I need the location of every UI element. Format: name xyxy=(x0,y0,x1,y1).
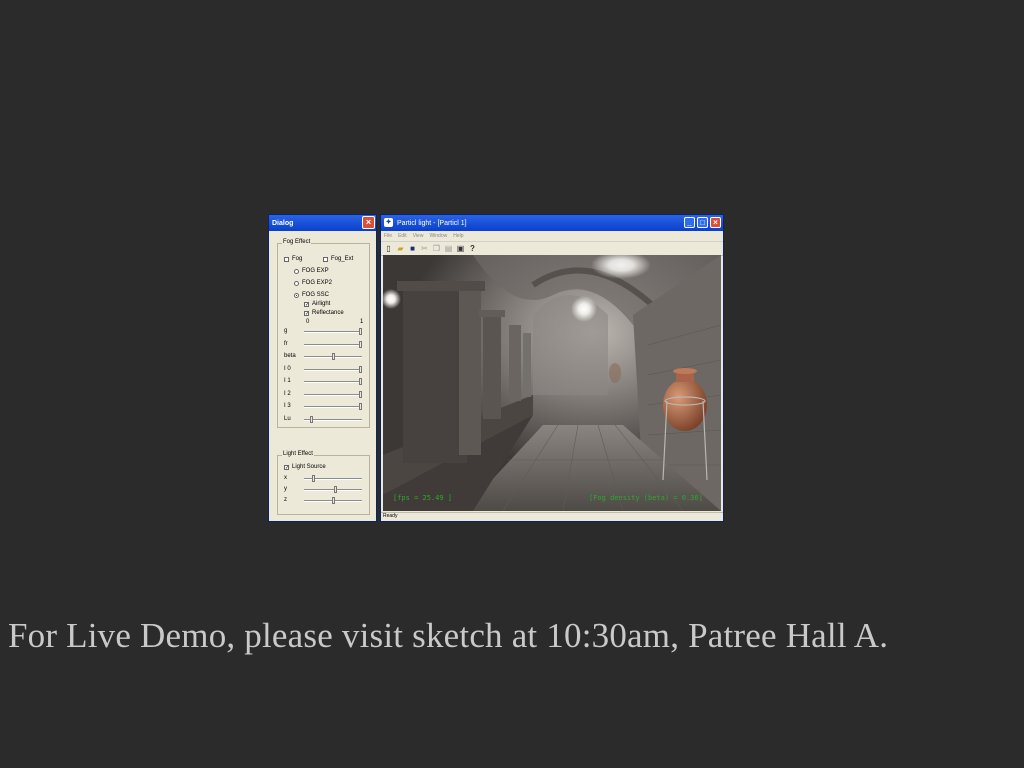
slider-label-i0: I 0 xyxy=(284,365,291,372)
fog-exp2-radio-row[interactable]: FOG EXP2 xyxy=(294,280,332,286)
slider-thumb-i3[interactable] xyxy=(359,403,362,410)
slider-label-i2: I 2 xyxy=(284,390,291,397)
fog-ext-checkbox-row[interactable]: Fog_Ext xyxy=(323,256,353,262)
save-icon[interactable]: ■ xyxy=(408,244,417,253)
slider-label-beta: beta xyxy=(284,353,296,359)
scale-max-label: 1 xyxy=(360,319,364,325)
paste-icon[interactable]: ▤ xyxy=(444,244,453,253)
fog-dialog-window: Dialog × Fog Effect Fog Fog_Ext FOG EXP … xyxy=(268,214,377,522)
dialog-close-button[interactable]: × xyxy=(362,216,375,229)
slider-label-fr: fr xyxy=(284,340,288,347)
slider-label-y: y xyxy=(284,486,287,492)
reflectance-checkbox-row[interactable]: ✓ Reflectance xyxy=(304,310,344,316)
print-icon[interactable]: ▣ xyxy=(456,244,465,253)
status-bar: Ready xyxy=(381,512,723,521)
fog-ssc-radio[interactable] xyxy=(294,292,299,298)
slider-track-g[interactable] xyxy=(304,331,362,333)
light-source-checkbox[interactable]: ✓ xyxy=(284,464,289,470)
slider-track-i0[interactable] xyxy=(304,368,362,371)
app-title: Particl light - [Particl 1] xyxy=(397,219,467,227)
reflectance-label: Reflectance xyxy=(312,310,344,316)
fog-exp-radio[interactable] xyxy=(294,268,299,274)
airlight-checkbox-row[interactable]: ✓ Airlight xyxy=(304,301,330,307)
cut-icon[interactable]: ✂ xyxy=(420,244,429,253)
slider-thumb-y[interactable] xyxy=(334,486,338,493)
slider-thumb-fr[interactable] xyxy=(359,340,362,348)
fog-density-readout: [Fog density (beta) = 0.36] xyxy=(589,494,703,502)
fog-checkbox-row[interactable]: Fog xyxy=(284,256,302,262)
fog-ext-checkbox[interactable] xyxy=(323,256,328,262)
fog-ssc-radio-row[interactable]: FOG SSC xyxy=(294,292,329,298)
slider-thumb-lu[interactable] xyxy=(309,415,313,423)
slider-label-z: z xyxy=(284,497,287,503)
light-source-checkbox-row[interactable]: ✓ Light Source xyxy=(284,464,326,470)
fog-ssc-label: FOG SSC xyxy=(302,292,330,298)
light-source-label: Light Source xyxy=(292,464,326,470)
fog-exp2-radio[interactable] xyxy=(294,280,299,286)
slider-track-i2[interactable] xyxy=(304,393,362,396)
slider-thumb-i1[interactable] xyxy=(359,378,362,385)
fog-effect-group: Fog Effect Fog Fog_Ext FOG EXP FOG EXP2 … xyxy=(277,239,370,428)
slider-thumb-i0[interactable] xyxy=(359,365,362,373)
menu-edit[interactable]: Edit xyxy=(398,233,407,239)
slider-thumb-g[interactable] xyxy=(359,328,362,335)
slider-track-i3[interactable] xyxy=(304,406,362,408)
slider-track-fr[interactable] xyxy=(304,343,362,346)
slider-thumb-beta[interactable] xyxy=(331,353,335,360)
new-file-icon[interactable]: ▯ xyxy=(384,244,393,253)
live-demo-caption: For Live Demo, please visit sketch at 10… xyxy=(8,616,889,655)
reflectance-checkbox[interactable]: ✓ xyxy=(304,310,309,316)
maximize-button[interactable]: □ xyxy=(697,217,708,228)
menu-view[interactable]: View xyxy=(413,233,424,239)
dialog-title: Dialog xyxy=(272,219,294,227)
menu-window[interactable]: Window xyxy=(429,233,447,239)
fog-checkbox-label: Fog xyxy=(292,256,303,262)
airlight-label: Airlight xyxy=(312,301,331,307)
airlight-checkbox[interactable]: ✓ xyxy=(304,301,309,307)
app-logo-icon: ✦ xyxy=(384,218,393,227)
light-effect-group-title: Light Effect xyxy=(282,451,314,457)
light-effect-group: Light Effect ✓ Light Source xyz xyxy=(277,451,370,515)
fog-exp-radio-row[interactable]: FOG EXP xyxy=(294,268,329,274)
slider-label-x: x xyxy=(284,475,287,481)
slider-label-lu: Lu xyxy=(284,415,291,422)
toolbar: ▯ ▰ ■ ✂ ❐ ▤ ▣ ? xyxy=(381,242,723,256)
fog-exp2-label: FOG EXP2 xyxy=(302,280,333,286)
status-text: Ready xyxy=(383,513,398,519)
slider-thumb-i2[interactable] xyxy=(359,390,362,398)
fps-readout: [fps = 25.49 ] xyxy=(393,494,452,502)
dialog-titlebar[interactable]: Dialog × xyxy=(269,215,376,231)
close-button[interactable]: × xyxy=(710,217,721,228)
copy-icon[interactable]: ❐ xyxy=(432,244,441,253)
slider-thumb-z[interactable] xyxy=(331,497,335,504)
fog-checkbox[interactable] xyxy=(284,256,289,262)
app-titlebar[interactable]: ✦ Particl light - [Particl 1] _ □ × xyxy=(381,215,723,231)
menu-help[interactable]: Help xyxy=(453,233,463,239)
slider-label-g: g xyxy=(284,328,288,334)
render-viewport[interactable]: [fps = 25.49 ] [Fog density (beta) = 0.3… xyxy=(383,255,721,511)
slider-track-i1[interactable] xyxy=(304,381,362,383)
fog-effect-group-title: Fog Effect xyxy=(282,239,312,245)
minimize-button[interactable]: _ xyxy=(684,217,695,228)
slider-thumb-x[interactable] xyxy=(312,475,316,482)
slider-label-i3: I 3 xyxy=(284,403,291,409)
open-folder-icon[interactable]: ▰ xyxy=(396,244,405,253)
fog-exp-label: FOG EXP xyxy=(302,268,329,274)
slider-track-y[interactable] xyxy=(304,489,362,491)
slider-label-i1: I 1 xyxy=(284,378,291,384)
slider-track-lu[interactable] xyxy=(304,418,362,421)
fog-ext-checkbox-label: Fog_Ext xyxy=(331,256,354,262)
app-window: ✦ Particl light - [Particl 1] _ □ × File… xyxy=(380,214,724,522)
corridor-scene: [fps = 25.49 ] [Fog density (beta) = 0.3… xyxy=(383,255,721,511)
help-icon[interactable]: ? xyxy=(468,244,477,253)
menu-bar: File Edit View Window Help xyxy=(381,231,723,242)
scale-min-label: 0 xyxy=(306,319,310,325)
menu-file[interactable]: File xyxy=(384,233,392,239)
